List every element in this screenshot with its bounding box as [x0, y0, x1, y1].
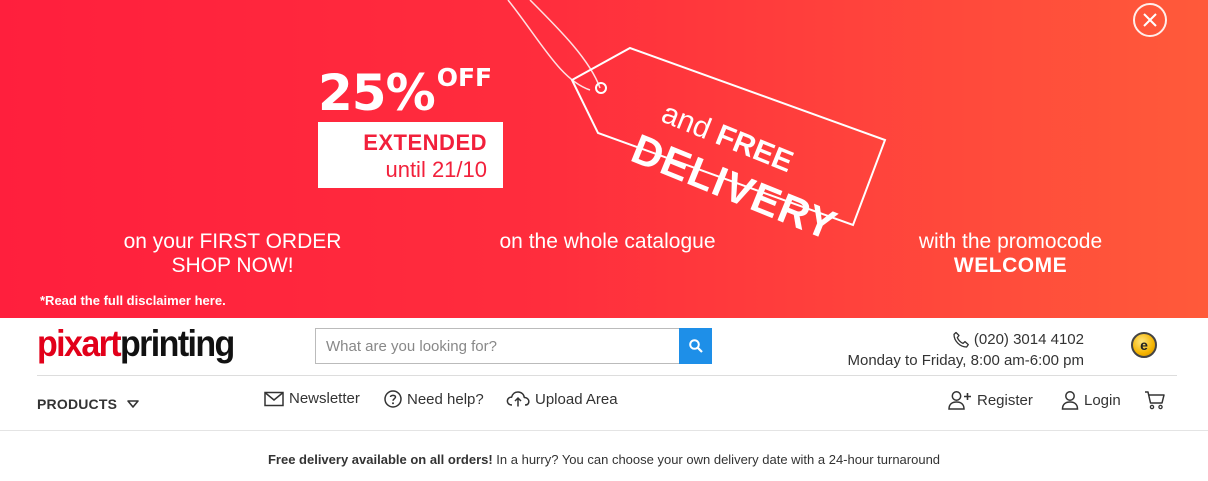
newsletter-link[interactable]: Newsletter	[264, 390, 360, 407]
first-order-text[interactable]: on your FIRST ORDER SHOP NOW!	[90, 230, 375, 278]
register-link[interactable]: Register	[948, 390, 1033, 410]
logo-part-printing: printing	[120, 323, 235, 365]
search-button[interactable]	[679, 328, 712, 364]
newsletter-label: Newsletter	[289, 390, 360, 407]
cart-button[interactable]	[1144, 390, 1166, 410]
shop-now-link[interactable]: SHOP NOW!	[90, 254, 375, 278]
discount-percent: 25%	[318, 64, 436, 122]
close-button[interactable]	[1133, 3, 1167, 37]
disclaimer-link[interactable]: *Read the full disclaimer here.	[40, 293, 226, 308]
trust-badge-icon[interactable]: e	[1131, 332, 1157, 358]
catalogue-text: on the whole catalogue	[499, 230, 716, 253]
promocode-label: with the promocode	[918, 230, 1103, 253]
register-label: Register	[977, 391, 1033, 409]
chevron-down-icon	[127, 400, 139, 408]
help-label: Need help?	[407, 390, 484, 408]
extended-label: EXTENDED	[363, 130, 487, 155]
user-plus-icon	[948, 391, 971, 410]
header-divider	[37, 375, 1177, 376]
search-icon	[688, 339, 703, 353]
products-menu[interactable]: PRODUCTS	[37, 396, 141, 412]
products-label: PRODUCTS	[37, 396, 118, 412]
phone-number[interactable]: (020) 3014 4102	[848, 329, 1084, 350]
discount-word: OFF	[436, 63, 493, 92]
until-label: until 21/10	[385, 157, 487, 182]
logo-part-pixart: pixart	[37, 323, 122, 365]
search-bar	[315, 328, 712, 364]
notice-text: In a hurry? You can choose your own deli…	[492, 452, 941, 467]
question-circle-icon	[384, 390, 402, 408]
pixartprinting-logo[interactable]: pixartprinting	[37, 323, 235, 365]
first-order-line: on your FIRST ORDER	[123, 230, 342, 253]
close-icon	[1143, 13, 1157, 27]
promocode-text: with the promocode WELCOME	[868, 230, 1153, 278]
user-icon	[1061, 391, 1079, 410]
phone-text: (020) 3014 4102	[973, 331, 1084, 348]
nav-divider	[0, 430, 1208, 431]
search-input[interactable]	[315, 328, 679, 364]
opening-hours: Monday to Friday, 8:00 am-6:00 pm	[847, 352, 1085, 369]
shopping-cart-icon	[1145, 391, 1165, 410]
notice-bold: Free delivery available on all orders!	[267, 452, 493, 467]
upload-area-link[interactable]: Upload Area	[506, 390, 618, 408]
extended-box: EXTENDED until 21/10	[318, 122, 503, 188]
envelope-icon	[264, 391, 284, 406]
cloud-upload-icon	[506, 391, 530, 407]
promocode-value: WELCOME	[953, 254, 1068, 277]
contact-info: (020) 3014 4102 Monday to Friday, 8:00 a…	[848, 329, 1085, 371]
help-link[interactable]: Need help?	[384, 390, 484, 408]
discount-headline: 25%OFF	[318, 63, 493, 122]
upload-area-label: Upload Area	[535, 390, 618, 408]
delivery-notice: Free delivery available on all orders! I…	[0, 452, 1208, 467]
login-label: Login	[1084, 391, 1121, 409]
promo-banner[interactable]: 25%OFF EXTENDED until 21/10 and FREE DEL…	[0, 0, 1208, 318]
login-link[interactable]: Login	[1061, 390, 1121, 410]
phone-icon	[953, 331, 969, 348]
